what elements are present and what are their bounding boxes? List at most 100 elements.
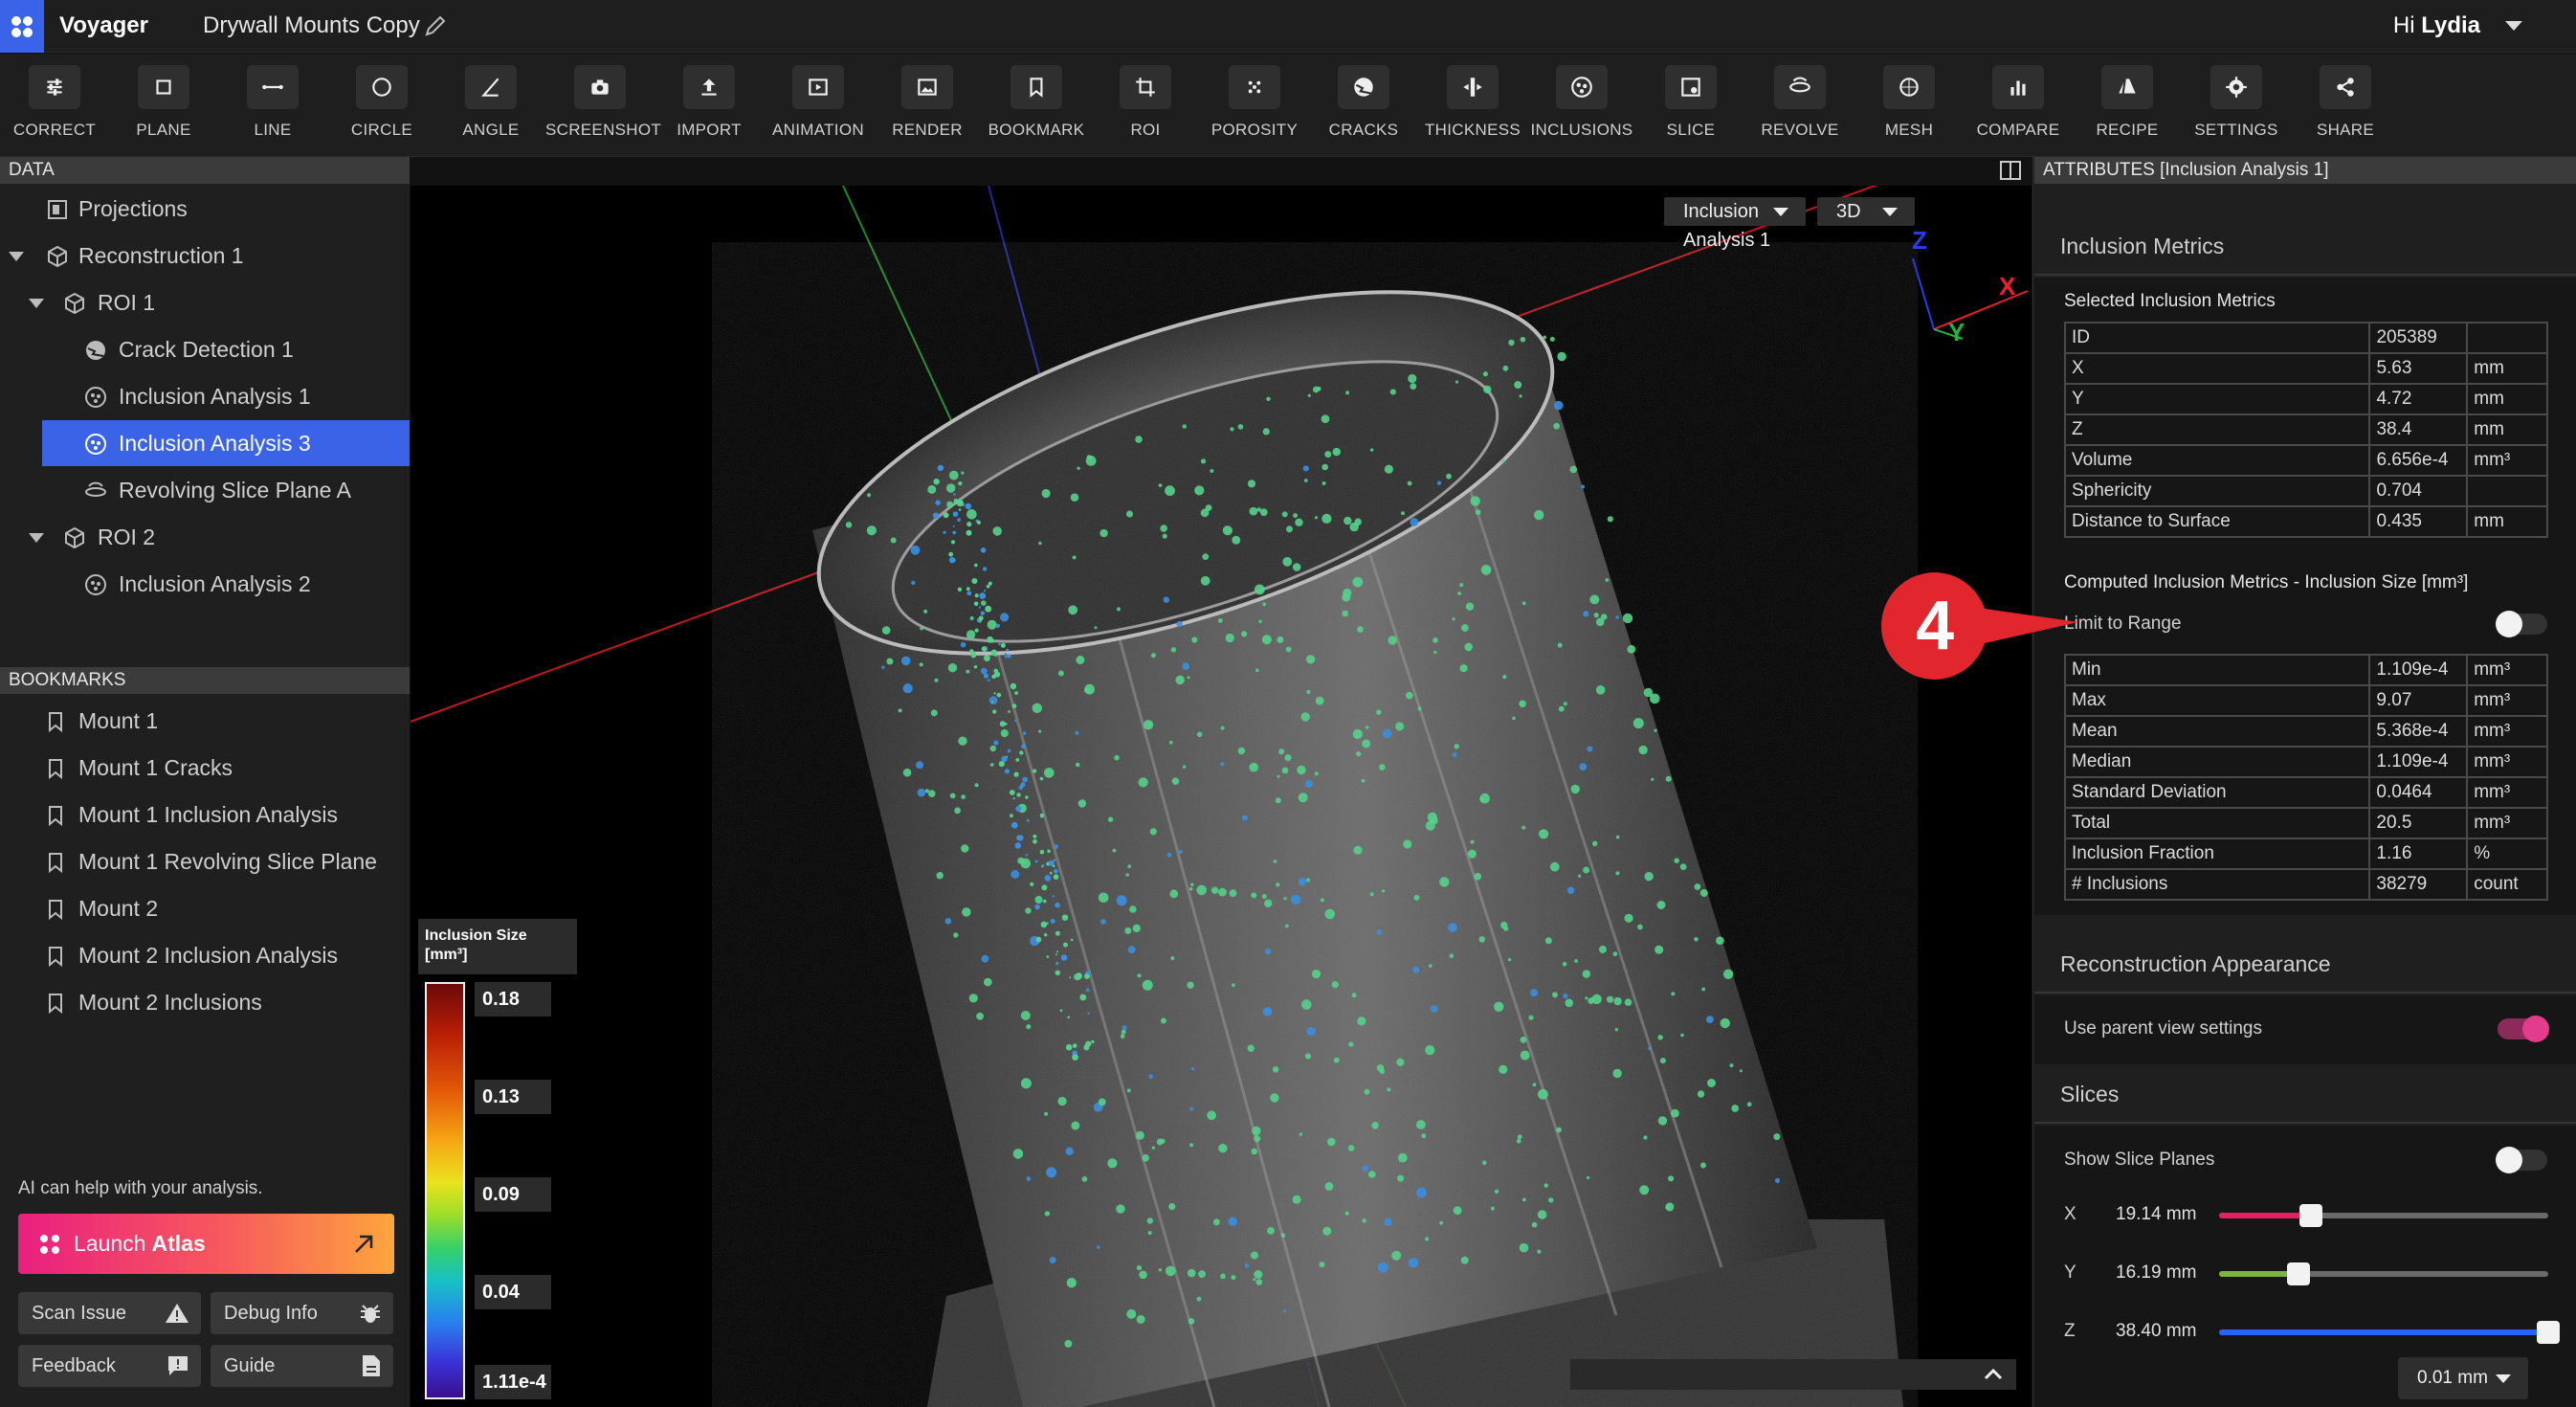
toolbar-plane-button[interactable]: PLANE xyxy=(109,65,218,140)
inclusion-dot[interactable] xyxy=(1357,626,1364,633)
inclusion-dot[interactable] xyxy=(1379,764,1386,770)
expand-timeline-button[interactable] xyxy=(1974,1361,2012,1388)
inclusion-dot[interactable] xyxy=(928,790,936,797)
inclusion-dot[interactable] xyxy=(1278,748,1285,755)
inclusion-dot[interactable] xyxy=(981,646,987,652)
inclusion-dot[interactable] xyxy=(1722,969,1734,979)
inclusion-dot[interactable] xyxy=(965,502,972,510)
inclusion-dot[interactable] xyxy=(1654,945,1664,954)
inclusion-dot[interactable] xyxy=(1241,815,1248,821)
inclusion-dot[interactable] xyxy=(1020,1078,1032,1089)
inclusion-dot[interactable] xyxy=(1605,578,1610,582)
inclusion-dot[interactable] xyxy=(1314,771,1319,776)
inclusion-dot[interactable] xyxy=(1348,1041,1354,1047)
inclusion-dot[interactable] xyxy=(1072,1054,1078,1061)
inclusion-dot[interactable] xyxy=(992,709,997,714)
inclusion-dot[interactable] xyxy=(1321,463,1328,471)
inclusion-dot[interactable] xyxy=(1262,602,1267,607)
inclusion-dot[interactable] xyxy=(1065,1043,1073,1051)
inclusion-dot[interactable] xyxy=(982,567,988,571)
inclusion-dot[interactable] xyxy=(1057,1097,1067,1106)
inclusion-dot[interactable] xyxy=(988,696,998,704)
inclusion-dot[interactable] xyxy=(1052,864,1055,868)
inclusion-dot[interactable] xyxy=(1408,1258,1419,1268)
inclusion-dot[interactable] xyxy=(1500,921,1508,929)
inclusion-dot[interactable] xyxy=(1247,480,1256,488)
inclusion-dot[interactable] xyxy=(1039,776,1044,781)
inclusion-dot[interactable] xyxy=(1055,902,1060,908)
inclusion-dot[interactable] xyxy=(1004,653,1008,656)
inclusion-dot[interactable] xyxy=(916,761,924,770)
inclusion-dot[interactable] xyxy=(966,529,972,536)
chevron-down-icon[interactable] xyxy=(29,299,44,308)
inclusion-dot[interactable] xyxy=(1244,1263,1250,1268)
inclusion-dot[interactable] xyxy=(989,763,994,767)
inclusion-dot[interactable] xyxy=(1532,1083,1537,1087)
inclusion-dot[interactable] xyxy=(1680,1033,1684,1038)
inclusion-dot[interactable] xyxy=(1255,1279,1263,1285)
analysis-select-dropdown[interactable]: Inclusion Analysis 1 xyxy=(1664,197,1806,251)
inclusion-dot[interactable] xyxy=(1041,488,1051,499)
inclusion-dot[interactable] xyxy=(993,740,999,746)
inclusion-dot[interactable] xyxy=(952,530,956,535)
inclusion-dot[interactable] xyxy=(1430,1005,1438,1013)
inclusion-dot[interactable] xyxy=(1548,1197,1554,1203)
inclusion-dot[interactable] xyxy=(1032,769,1037,773)
inclusion-dot[interactable] xyxy=(1063,942,1068,948)
inclusion-dot[interactable] xyxy=(1554,400,1564,411)
inclusion-dot[interactable] xyxy=(1303,479,1308,482)
inclusion-dot[interactable] xyxy=(1013,771,1019,777)
inclusion-dot[interactable] xyxy=(1352,728,1363,740)
tree-item[interactable]: ROI 1 xyxy=(0,279,410,325)
inclusion-dot[interactable] xyxy=(1076,656,1085,664)
inclusion-dot[interactable] xyxy=(974,783,979,788)
inclusion-dot[interactable] xyxy=(1010,814,1013,818)
inclusion-dot[interactable] xyxy=(971,578,978,584)
inclusion-dot[interactable] xyxy=(978,615,984,621)
inclusion-dot[interactable] xyxy=(1026,818,1030,822)
inclusion-dot[interactable] xyxy=(910,545,921,555)
inclusion-dot[interactable] xyxy=(881,665,885,669)
inclusion-dot[interactable] xyxy=(980,547,987,553)
slice-slider-x[interactable]: X 19.14 mm xyxy=(2064,1196,2548,1235)
inclusion-dot[interactable] xyxy=(927,484,937,494)
toolbar-animation-button[interactable]: ANIMATION xyxy=(764,65,873,140)
inclusion-metrics-section-header[interactable]: Inclusion Metrics xyxy=(2034,216,2576,276)
chevron-down-icon[interactable] xyxy=(29,533,44,543)
inclusion-dot[interactable] xyxy=(919,662,923,667)
inclusion-dot[interactable] xyxy=(1459,664,1468,673)
inclusion-dot[interactable] xyxy=(1320,898,1324,903)
inclusion-dot[interactable] xyxy=(1107,1158,1118,1169)
inclusion-dot[interactable] xyxy=(1264,899,1273,907)
inclusion-dot[interactable] xyxy=(911,580,916,586)
inclusion-dot[interactable] xyxy=(1077,466,1080,470)
inclusion-dot[interactable] xyxy=(966,591,972,596)
inclusion-dot[interactable] xyxy=(1121,1025,1127,1031)
tree-item[interactable]: ROI 2 xyxy=(0,514,410,560)
inclusion-dot[interactable] xyxy=(1220,726,1225,730)
inclusion-dot[interactable] xyxy=(961,794,966,799)
inclusion-dot[interactable] xyxy=(1452,752,1457,758)
toolbar-circle-button[interactable]: CIRCLE xyxy=(327,65,436,140)
inclusion-dot[interactable] xyxy=(1553,422,1561,430)
inclusion-dot[interactable] xyxy=(1563,994,1568,999)
user-menu-caret-icon[interactable] xyxy=(2505,21,2522,31)
inclusion-dot[interactable] xyxy=(986,657,989,661)
inclusion-dot[interactable] xyxy=(933,479,940,485)
toolbar-compare-button[interactable]: COMPARE xyxy=(1964,65,2073,140)
inclusion-dot[interactable] xyxy=(1508,339,1515,346)
inclusion-dot[interactable] xyxy=(1237,747,1246,755)
inclusion-dot[interactable] xyxy=(1065,1147,1074,1155)
inclusion-dot[interactable] xyxy=(1001,755,1008,763)
inclusion-dot[interactable] xyxy=(1352,576,1364,588)
inclusion-dot[interactable] xyxy=(1351,993,1357,998)
inclusion-dot[interactable] xyxy=(1585,996,1588,1000)
inclusion-dot[interactable] xyxy=(1025,854,1028,857)
inclusion-dot[interactable] xyxy=(1731,1105,1740,1112)
bookmark-item[interactable]: Mount 1 Inclusion Analysis xyxy=(0,792,410,838)
inclusion-dot[interactable] xyxy=(1543,1183,1549,1188)
inclusion-dot[interactable] xyxy=(1117,607,1121,612)
inclusion-dot[interactable] xyxy=(1170,956,1175,961)
inclusion-dot[interactable] xyxy=(1344,516,1352,525)
inclusion-dot[interactable] xyxy=(1229,889,1237,898)
